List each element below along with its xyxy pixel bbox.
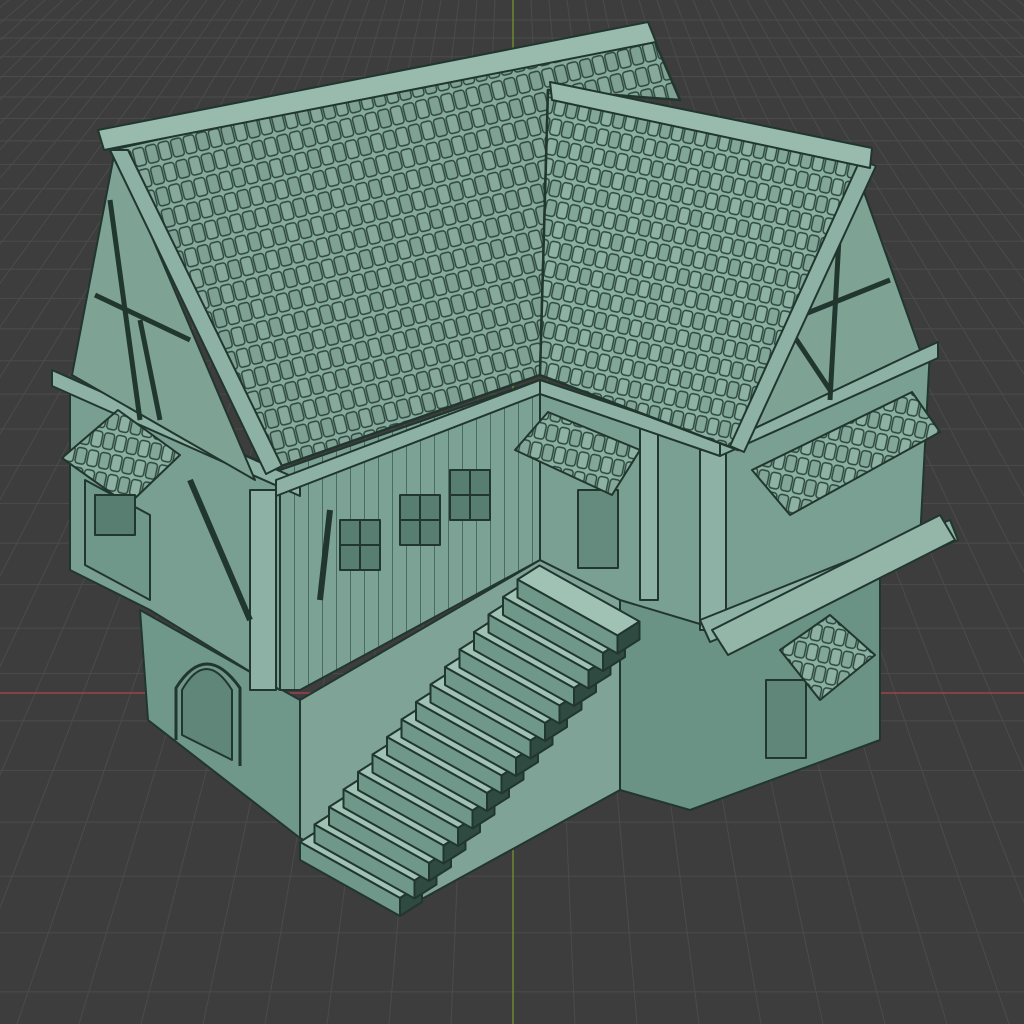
viewport-canvas[interactable] [0, 0, 1024, 1024]
3d-viewport[interactable] [0, 0, 1024, 1024]
upper-door[interactable] [577, 489, 619, 569]
side-door[interactable] [765, 679, 807, 759]
balcony-window [94, 494, 136, 536]
